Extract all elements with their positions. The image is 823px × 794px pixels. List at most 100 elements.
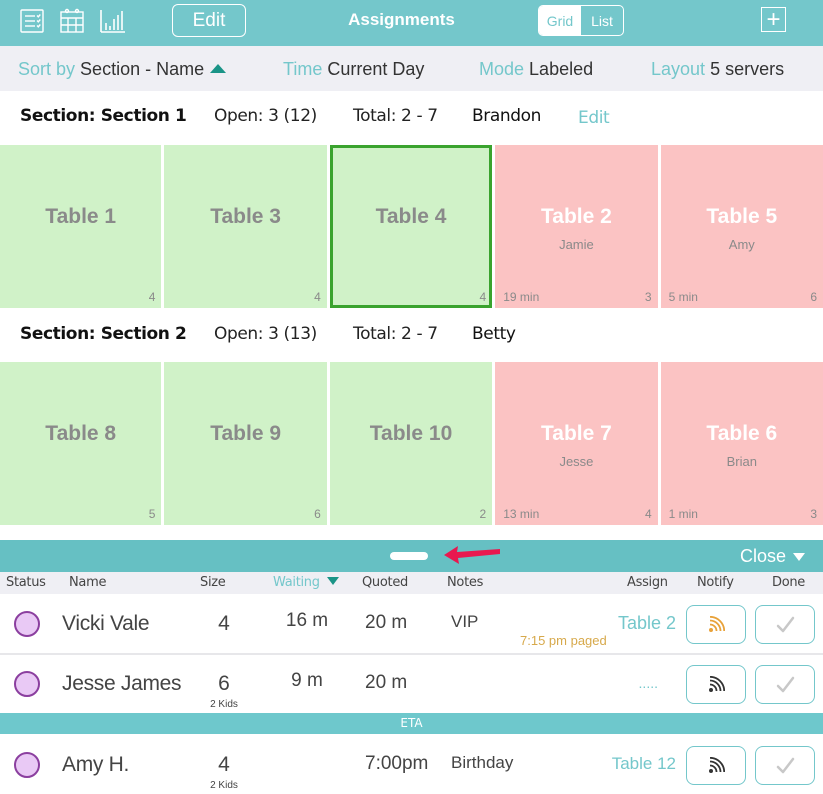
mode-filter[interactable]: Mode Labeled [479, 59, 593, 80]
waitlist-row[interactable]: Vicki Vale 4 16 m 20 m VIP 7:15 pm paged… [0, 595, 823, 653]
sort-filter[interactable]: Sort by Section - Name [18, 59, 227, 80]
col-quoted[interactable]: Quoted [362, 575, 408, 590]
section-edit-button[interactable]: Edit [578, 108, 610, 128]
table-tile[interactable]: Table 1 4 [0, 145, 162, 308]
col-done[interactable]: Done [772, 575, 805, 590]
status-indicator[interactable] [14, 611, 40, 637]
quoted-time: 20 m [365, 672, 408, 693]
layout-filter[interactable]: Layout 5 servers [651, 59, 784, 80]
table-capacity: 4 [479, 290, 487, 304]
table-name: Table 9 [210, 422, 282, 445]
table-grid: Table 1 4 Table 3 4 Table 4 4 Table 2 Ja… [0, 145, 823, 308]
col-name[interactable]: Name [69, 575, 106, 590]
table-name: Table 7 [541, 422, 612, 445]
table-tile[interactable]: Table 9 6 [164, 362, 327, 525]
assign-table-link[interactable]: Table 12 [612, 754, 676, 774]
notify-button[interactable] [686, 665, 746, 704]
layout-value: 5 servers [710, 59, 785, 79]
waitlist-row[interactable]: Jesse James 6 2 Kids 9 m 20 m ..... [0, 655, 823, 713]
table-tile[interactable]: Table 2 Jamie 19 min 3 [495, 145, 658, 308]
quoted-time: 20 m [365, 612, 408, 633]
party-size: 4 [218, 612, 230, 635]
col-assign[interactable]: Assign [627, 575, 668, 590]
table-server: Brian [726, 454, 757, 469]
table-capacity: 6 [810, 290, 817, 304]
table-server: Jesse [559, 454, 594, 469]
waitlist-drawer-bar: Close [0, 540, 823, 572]
table-tile[interactable]: Table 8 5 [0, 362, 162, 525]
status-indicator[interactable] [14, 752, 40, 778]
checkmark-icon [776, 676, 795, 692]
table-tile[interactable]: Table 6 Brian 1 min 3 [660, 362, 823, 525]
guest-name: Amy H. [62, 753, 130, 776]
notify-button[interactable] [686, 746, 746, 785]
col-notes[interactable]: Notes [447, 575, 483, 590]
time-filter[interactable]: Time Current Day [283, 59, 424, 80]
section-open-count: Open: 3 (12) [214, 106, 317, 126]
filter-bar: Sort by Section - Name Time Current Day … [0, 46, 823, 91]
table-capacity: 2 [479, 507, 487, 521]
waitlist-icon[interactable] [18, 7, 46, 35]
assign-table-link[interactable]: ..... [639, 675, 658, 691]
guest-name: Jesse James [62, 672, 182, 695]
time-label: Time [283, 59, 323, 79]
grid-view-tab[interactable]: Grid [539, 6, 581, 35]
chart-icon[interactable] [98, 7, 126, 35]
table-time: 19 min [503, 290, 540, 304]
status-indicator[interactable] [14, 671, 40, 697]
table-tile[interactable]: Table 10 2 [329, 362, 493, 525]
waitlist-column-headers: Status Name Size Waiting Quoted Notes As… [0, 572, 823, 594]
col-waiting[interactable]: Waiting [273, 575, 339, 590]
done-button[interactable] [755, 605, 815, 644]
section-header: Section: Section 2 Open: 3 (13) Total: 2… [0, 310, 823, 362]
table-capacity: 3 [810, 507, 818, 521]
table-capacity: 5 [148, 507, 156, 521]
notify-button[interactable] [686, 605, 746, 644]
paged-status: 7:15 pm paged [520, 633, 607, 648]
table-capacity: 3 [644, 290, 652, 304]
assign-table-link[interactable]: Table 2 [618, 613, 676, 634]
section-header: Section: Section 1 Open: 3 (12) Total: 2… [0, 92, 823, 144]
col-notify[interactable]: Notify [697, 575, 734, 590]
top-nav-bar: Edit Assignments Grid List + [0, 0, 823, 46]
edit-button[interactable]: Edit [172, 4, 246, 37]
table-tile[interactable]: Table 7 Jesse 13 min 4 [495, 362, 658, 525]
col-size[interactable]: Size [200, 575, 226, 590]
done-button[interactable] [755, 665, 815, 704]
sort-label: Sort by [18, 59, 76, 79]
pager-signal-icon [709, 756, 725, 773]
calendar-icon[interactable] [58, 7, 86, 35]
party-size: 6 [218, 672, 230, 695]
checkmark-icon [776, 616, 795, 632]
table-name: Table 1 [45, 205, 117, 228]
table-time: 13 min [503, 507, 540, 521]
mode-label: Mode [479, 59, 525, 79]
list-view-tab[interactable]: List [581, 6, 623, 35]
drawer-drag-handle[interactable] [390, 552, 428, 560]
table-tile-selected[interactable]: Table 4 4 [329, 145, 493, 308]
table-name: Table 6 [706, 422, 778, 445]
table-name: Table 2 [541, 205, 612, 228]
sort-value: Section - Name [80, 59, 205, 79]
close-label: Close [739, 546, 786, 566]
waiting-time: 9 m [291, 670, 323, 691]
checkmark-icon [776, 757, 795, 773]
col-waiting-label: Waiting [273, 575, 320, 590]
kids-count: 2 Kids [210, 699, 238, 710]
done-button[interactable] [755, 746, 815, 785]
table-server: Amy [728, 237, 755, 252]
table-name: Table 5 [706, 205, 778, 228]
section-name: Section: Section 1 [20, 106, 187, 126]
guest-name: Vicki Vale [62, 612, 150, 635]
table-tile[interactable]: Table 3 4 [164, 145, 327, 308]
waitlist-row[interactable]: Amy H. 4 2 Kids 7:00pm Birthday Table 12 [0, 736, 823, 794]
add-icon[interactable]: + [761, 7, 786, 32]
table-name: Table 4 [375, 205, 447, 228]
table-grid: Table 8 5 Table 9 6 Table 10 2 Table 7 J… [0, 362, 823, 525]
section-total: Total: 2 - 7 [353, 324, 438, 344]
table-tile[interactable]: Table 5 Amy 5 min 6 [660, 145, 823, 308]
close-drawer-button[interactable]: Close [740, 546, 805, 567]
col-status[interactable]: Status [6, 575, 46, 590]
table-name: Table 3 [210, 205, 281, 228]
table-name: Table 10 [369, 422, 453, 445]
